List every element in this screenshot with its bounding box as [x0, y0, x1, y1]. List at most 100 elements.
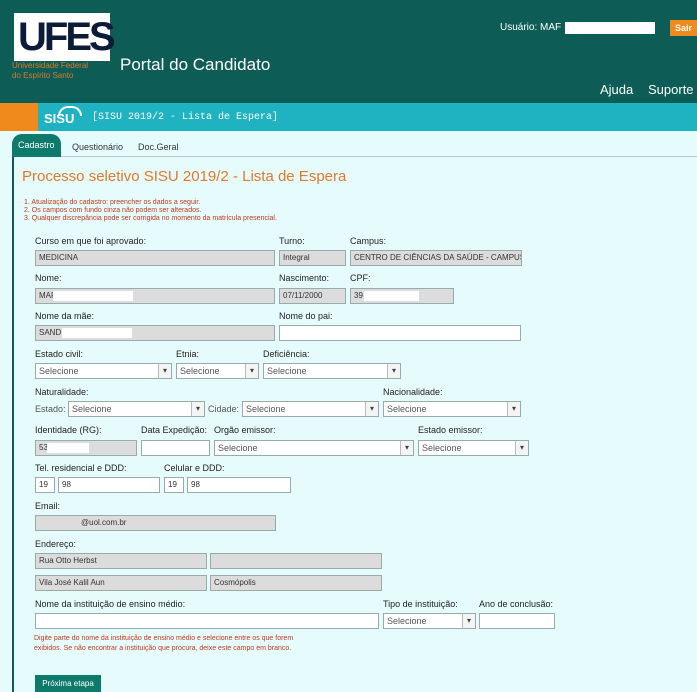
issuer-label: Orgão emissor:	[214, 425, 276, 435]
name-label: Nome:	[35, 273, 62, 283]
birth-label: Nascimento:	[279, 273, 330, 283]
note-1: 1. Atualização do cadastro: preencher os…	[24, 199, 201, 206]
chevron-down-icon: ▾	[387, 364, 400, 378]
identity-label: Identidade (RG):	[35, 425, 102, 435]
logo-subtitle-line-1: Universidade Federal	[12, 61, 89, 70]
father-label: Nome do pai:	[279, 311, 333, 321]
ethnicity-select[interactable]: Selecione ▾	[176, 363, 259, 379]
tab-doc-geral[interactable]: Doc.Geral	[132, 137, 185, 157]
issuer-value: Selecione	[218, 443, 258, 453]
logo-text: UFES	[18, 15, 116, 59]
chevron-down-icon: ▾	[462, 614, 475, 628]
grad-year-input[interactable]	[479, 613, 555, 629]
issuer-state-select[interactable]: Selecione ▾	[418, 440, 529, 456]
nationality-label: Nacionalidade:	[383, 387, 443, 397]
email-field: @uol.com.br	[35, 515, 276, 531]
user-label: Usuário: MAF	[500, 22, 562, 33]
course-label: Curso em que foi aprovado:	[35, 236, 147, 246]
chevron-down-icon: ▾	[515, 441, 528, 455]
header: UFES Universidade Federal do Espírito Sa…	[0, 0, 697, 103]
mobile-label: Celular e DDD:	[164, 463, 225, 473]
issuer-state-value: Selecione	[422, 443, 462, 453]
mobile-ddd-input[interactable]: 19	[164, 477, 184, 493]
process-title: [SISU 2019/2 - Lista de Espera]	[92, 112, 279, 123]
issue-date-input[interactable]	[141, 440, 210, 456]
school-hint-line-1: Digite parte do nome da instituição de e…	[34, 635, 294, 642]
birth-field: 07/11/2000	[279, 288, 346, 304]
issuer-select[interactable]: Selecione ▾	[214, 440, 414, 456]
school-hint-line-2: exibidos. Se não encontrar a instituição…	[34, 645, 292, 652]
shift-field: Integral	[279, 250, 346, 266]
chevron-down-icon: ▾	[507, 402, 520, 416]
email-label: Email:	[35, 501, 61, 511]
ethnicity-value: Selecione	[180, 366, 220, 376]
chevron-down-icon: ▾	[365, 402, 378, 416]
civil-status-value: Selecione	[39, 366, 79, 376]
tab-cadastro[interactable]: Cadastro	[12, 134, 61, 157]
chevron-down-icon: ▾	[191, 402, 204, 416]
state-select[interactable]: Selecione ▾	[68, 401, 205, 417]
chevron-down-icon: ▾	[245, 364, 258, 378]
state-value: Selecione	[72, 404, 112, 414]
note-3: 3. Qualquer discrepância pode ser corrig…	[24, 215, 277, 222]
school-type-value: Selecione	[387, 616, 427, 626]
nav-help-link[interactable]: Ajuda	[600, 82, 633, 97]
content-edge	[12, 157, 14, 692]
chevron-down-icon: ▾	[400, 441, 413, 455]
school-label: Nome da instituição de ensino médio:	[35, 599, 186, 609]
address-city-field: Cosmópolis	[210, 575, 382, 591]
address-label: Endereço:	[35, 539, 77, 549]
next-step-button[interactable]: Próxima etapa	[35, 675, 101, 692]
page-title: Processo seletivo SISU 2019/2 - Lista de…	[22, 168, 347, 185]
nationality-value: Selecione	[387, 404, 427, 414]
city-label: Cidade:	[208, 404, 240, 414]
nav-support-link[interactable]: Suporte	[648, 82, 694, 97]
sisu-logo: SISU	[44, 111, 75, 126]
bar-accent	[0, 103, 38, 131]
mother-redaction	[62, 328, 132, 338]
tab-bar: Cadastro Questionário Doc.Geral	[12, 131, 697, 157]
campus-field: CENTRO DE CIÊNCIAS DA SAÚDE - CAMPUS	[350, 250, 522, 266]
name-redaction	[53, 291, 133, 301]
phone-label: Tel. residencial e DDD:	[35, 463, 127, 473]
address-complement-field	[210, 553, 382, 569]
cpf-redaction	[364, 291, 419, 301]
user-redaction	[565, 22, 655, 34]
ethnicity-label: Etnia:	[176, 349, 200, 359]
ufes-logo: UFES	[14, 13, 116, 61]
phone-ddd-input[interactable]: 19	[35, 477, 55, 493]
mobile-number-input[interactable]: 98	[187, 477, 291, 493]
school-type-label: Tipo de instituição:	[383, 599, 458, 609]
civil-status-select[interactable]: Selecione ▾	[35, 363, 172, 379]
school-input[interactable]	[35, 613, 379, 629]
grad-year-label: Ano de conclusão:	[479, 599, 554, 609]
birthplace-label: Naturalidade:	[35, 387, 89, 397]
disability-value: Selecione	[267, 366, 307, 376]
identity-redaction	[47, 443, 89, 453]
issuer-state-label: Estado emissor:	[418, 425, 483, 435]
course-field: MEDICINA	[35, 250, 275, 266]
logout-button[interactable]: Sair	[670, 20, 697, 36]
cpf-label: CPF:	[350, 273, 371, 283]
father-input[interactable]	[279, 325, 521, 341]
issue-date-label: Data Expedição:	[141, 425, 208, 435]
campus-label: Campus:	[350, 236, 387, 246]
tab-questionario[interactable]: Questionário	[66, 137, 129, 157]
state-label: Estado:	[35, 404, 66, 414]
disability-select[interactable]: Selecione ▾	[263, 363, 401, 379]
civil-status-label: Estado civil:	[35, 349, 84, 359]
logo-subtitle: Universidade Federal do Espírito Santo	[12, 61, 88, 81]
phone-number-input[interactable]: 98	[58, 477, 160, 493]
street-field: Rua Otto Herbst	[35, 553, 207, 569]
city-select[interactable]: Selecione ▾	[242, 401, 379, 417]
process-bar: SISU [SISU 2019/2 - Lista de Espera]	[0, 103, 697, 131]
school-type-select[interactable]: Selecione ▾	[383, 613, 476, 629]
district-field: Vila José Kalil Aun	[35, 575, 207, 591]
shift-label: Turno:	[279, 236, 305, 246]
nationality-select[interactable]: Selecione ▾	[383, 401, 521, 417]
chevron-down-icon: ▾	[158, 364, 171, 378]
logo-subtitle-line-2: do Espírito Santo	[12, 71, 74, 80]
city-value: Selecione	[246, 404, 286, 414]
note-2: 2. Os campos com fundo cinza não podem s…	[24, 207, 202, 214]
portal-title: Portal do Candidato	[120, 55, 271, 74]
